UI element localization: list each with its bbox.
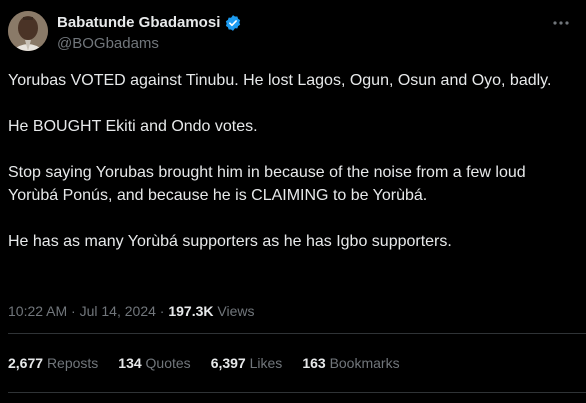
tweet-meta: 10:22 AM · Jul 14, 2024 · 197.3K Views	[8, 302, 255, 320]
meta-separator: ·	[159, 303, 165, 319]
tweet-text: Yorubas VOTED against Tinubu. He lost La…	[8, 69, 573, 253]
tweet-paragraph: Yorubas VOTED against Tinubu. He lost La…	[8, 72, 552, 89]
quotes-stat[interactable]: 134 Quotes	[118, 354, 190, 372]
views-count: 197.3K	[168, 303, 214, 319]
bookmarks-stat[interactable]: 163 Bookmarks	[302, 354, 399, 372]
engagement-stats: 2,677 Reposts 134 Quotes 6,397 Likes 163…	[8, 354, 400, 372]
bookmarks-count: 163	[302, 355, 326, 371]
likes-label: Likes	[249, 355, 283, 371]
author-display-name[interactable]: Babatunde Gbadamosi	[57, 13, 220, 33]
divider	[8, 392, 586, 393]
views-label: Views	[217, 303, 255, 319]
tweet-time[interactable]: 10:22 AM	[8, 303, 67, 319]
quotes-count: 134	[118, 355, 142, 371]
meta-separator: ·	[71, 303, 76, 319]
reposts-label: Reposts	[46, 355, 99, 371]
reposts-count: 2,677	[8, 355, 44, 371]
bookmarks-label: Bookmarks	[329, 355, 400, 371]
divider	[8, 333, 586, 334]
author-name-row: Babatunde Gbadamosi	[57, 13, 242, 33]
tweet-paragraph: He has as many Yorùbá supporters as he h…	[8, 233, 452, 250]
avatar-image	[8, 11, 48, 51]
author-handle[interactable]: @BOGbadams	[57, 34, 159, 54]
likes-count: 6,397	[210, 355, 246, 371]
tweet-date[interactable]: Jul 14, 2024	[80, 303, 156, 319]
tweet-card: Babatunde Gbadamosi @BOGbadams Yorubas V…	[0, 0, 586, 403]
reposts-stat[interactable]: 2,677 Reposts	[8, 354, 98, 372]
more-options-icon[interactable]	[550, 12, 572, 34]
tweet-paragraph: He BOUGHT Ekiti and Ondo votes.	[8, 118, 258, 135]
quotes-label: Quotes	[145, 355, 191, 371]
avatar[interactable]	[8, 11, 48, 51]
likes-stat[interactable]: 6,397 Likes	[211, 354, 283, 372]
verified-badge-icon	[224, 14, 242, 32]
tweet-paragraph: Stop saying Yorubas brought him in becau…	[8, 164, 526, 204]
